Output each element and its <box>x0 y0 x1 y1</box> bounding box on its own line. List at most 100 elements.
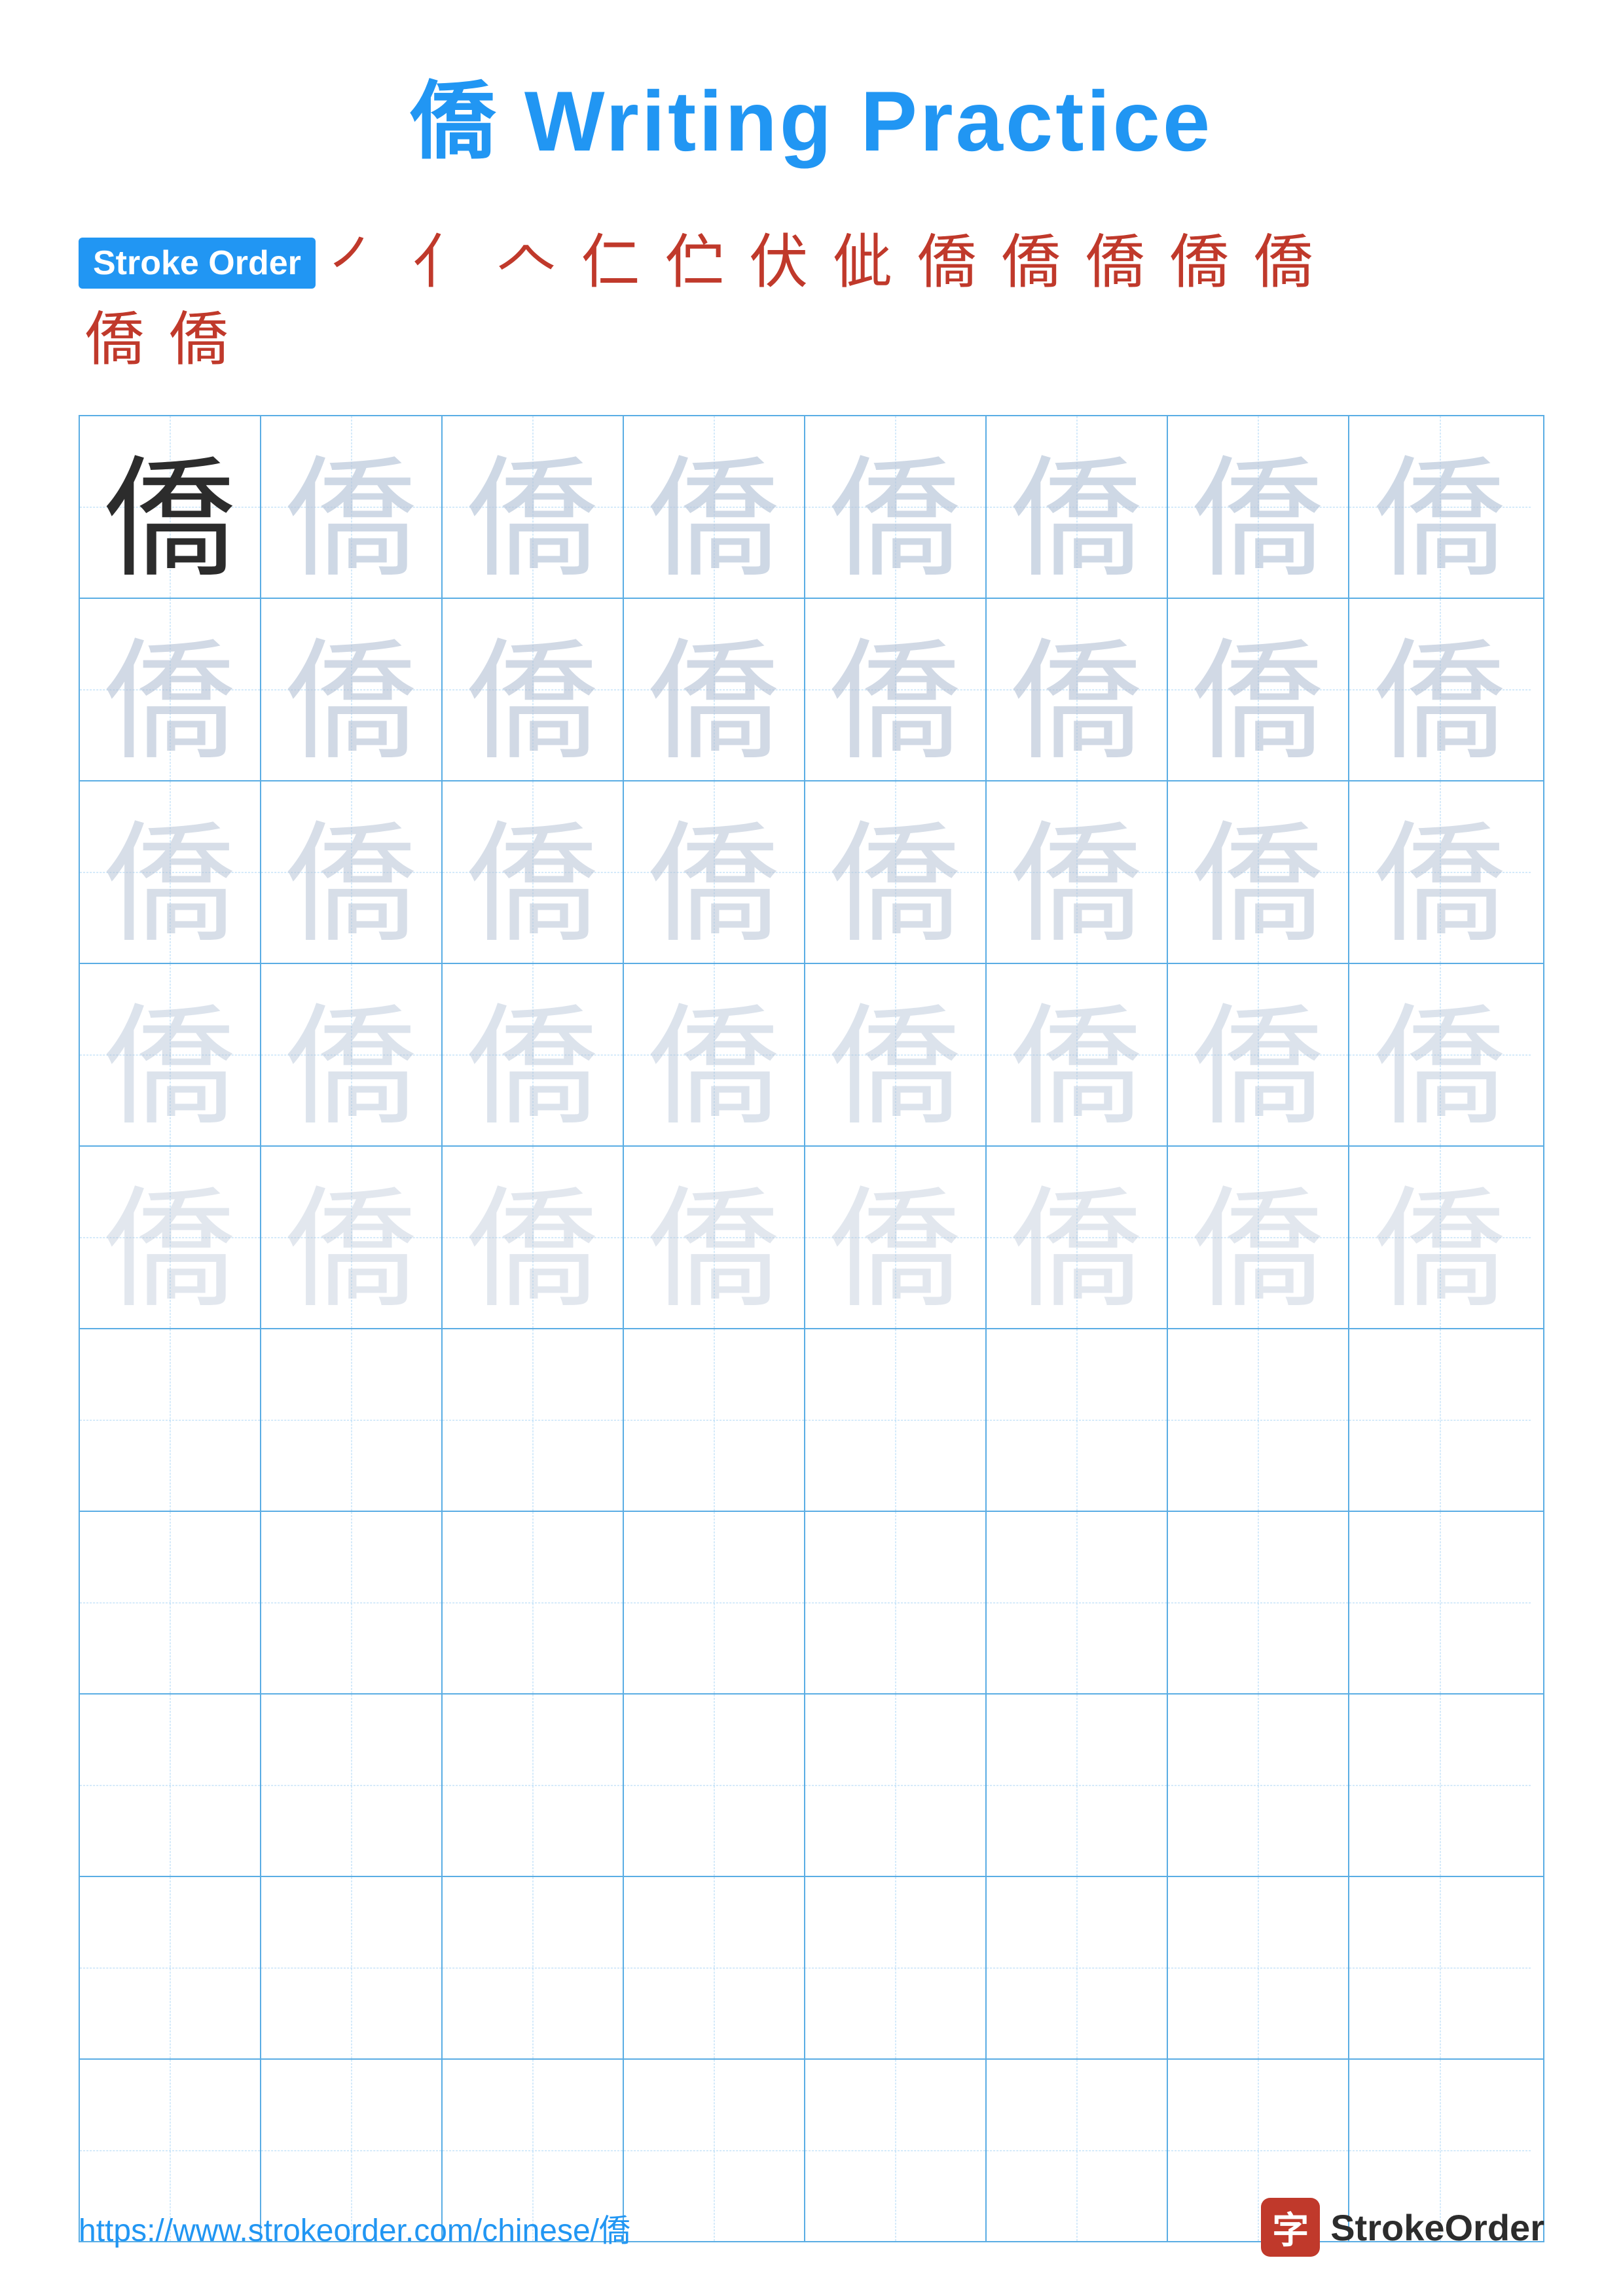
grid-cell[interactable]: 僑 <box>805 599 987 780</box>
grid-cell[interactable] <box>1168 1329 1349 1511</box>
grid-cell[interactable] <box>987 1695 1168 1876</box>
grid-cell[interactable]: 僑 <box>443 416 624 598</box>
grid-row: 僑 僑 僑 僑 僑 僑 僑 僑 <box>80 1147 1543 1329</box>
grid-cell[interactable] <box>1168 1877 1349 2058</box>
grid-cell[interactable]: 僑 <box>1349 964 1531 1145</box>
character-guide: 僑 <box>830 964 960 1145</box>
grid-cell[interactable]: 僑 <box>261 1147 443 1328</box>
grid-cell[interactable] <box>805 1329 987 1511</box>
grid-cell[interactable] <box>987 1329 1168 1511</box>
grid-cell[interactable] <box>1168 1695 1349 1876</box>
grid-cell[interactable] <box>805 1695 987 1876</box>
footer-logo: 字 StrokeOrder <box>1261 2198 1544 2257</box>
page-title: 僑 Writing Practice <box>410 52 1213 175</box>
character-guide: 僑 <box>104 1147 235 1328</box>
grid-cell[interactable] <box>80 1877 261 2058</box>
grid-cell[interactable] <box>1349 1329 1531 1511</box>
grid-cell[interactable]: 僑 <box>624 781 805 963</box>
grid-cell[interactable] <box>261 1877 443 2058</box>
grid-cell[interactable] <box>624 1695 805 1876</box>
grid-cell[interactable] <box>624 1877 805 2058</box>
grid-cell[interactable]: 僑 <box>261 781 443 963</box>
grid-cell[interactable]: 僑 <box>1168 964 1349 1145</box>
character-guide: 僑 <box>1192 599 1323 780</box>
grid-cell[interactable] <box>987 1512 1168 1693</box>
grid-cell[interactable]: 僑 <box>1168 781 1349 963</box>
character-guide: 僑 <box>285 599 416 780</box>
grid-cell[interactable] <box>1349 1695 1531 1876</box>
grid-cell[interactable]: 僑 <box>805 416 987 598</box>
grid-cell[interactable] <box>261 1512 443 1693</box>
character-guide: 僑 <box>648 416 779 598</box>
grid-cell[interactable]: 僑 <box>80 781 261 963</box>
page: 僑 Writing Practice Stroke Order ㇒ 亻 𠆢 仁 … <box>0 0 1623 2296</box>
grid-cell[interactable]: 僑 <box>624 964 805 1145</box>
grid-cell[interactable] <box>80 1695 261 1876</box>
grid-cell[interactable]: 僑 <box>443 1147 624 1328</box>
grid-cell[interactable]: 僑 <box>624 1147 805 1328</box>
grid-row <box>80 1329 1543 1512</box>
grid-cell[interactable]: 僑 <box>1349 781 1531 963</box>
stroke-order-section: Stroke Order ㇒ 亻 𠆢 仁 伫 伏 佌 僑 僑 僑 僑 僑 僑 僑 <box>79 228 1544 376</box>
grid-cell[interactable] <box>1168 1512 1349 1693</box>
grid-cell[interactable]: 僑 <box>624 416 805 598</box>
grid-cell[interactable]: 僑 <box>1349 416 1531 598</box>
character-guide: 僑 <box>104 599 235 780</box>
grid-cell[interactable] <box>261 1329 443 1511</box>
grid-cell[interactable] <box>261 1695 443 1876</box>
grid-cell[interactable]: 僑 <box>443 599 624 780</box>
grid-cell[interactable]: 僑 <box>443 781 624 963</box>
grid-cell[interactable]: 僑 <box>1349 1147 1531 1328</box>
grid-cell[interactable] <box>624 1329 805 1511</box>
grid-cell[interactable] <box>443 1877 624 2058</box>
grid-cell[interactable]: 僑 <box>80 964 261 1145</box>
grid-cell[interactable] <box>1349 1512 1531 1693</box>
grid-cell[interactable] <box>805 1877 987 2058</box>
grid-cell[interactable] <box>624 1512 805 1693</box>
grid-cell[interactable] <box>987 1877 1168 2058</box>
practice-grid: 僑 僑 僑 僑 僑 僑 僑 僑 <box>79 415 1544 2242</box>
grid-cell[interactable]: 僑 <box>1168 599 1349 780</box>
grid-cell[interactable]: 僑 <box>805 964 987 1145</box>
grid-cell[interactable]: 僑 <box>80 599 261 780</box>
character-guide: 僑 <box>1192 964 1323 1145</box>
character-guide: 僑 <box>830 1147 960 1328</box>
grid-row: 僑 僑 僑 僑 僑 僑 僑 僑 <box>80 781 1543 964</box>
grid-cell[interactable]: 僑 <box>624 599 805 780</box>
character-dark: 僑 <box>104 416 235 598</box>
grid-cell[interactable]: 僑 <box>80 416 261 598</box>
grid-cell[interactable]: 僑 <box>80 1147 261 1328</box>
grid-cell[interactable]: 僑 <box>261 416 443 598</box>
grid-cell[interactable]: 僑 <box>1168 416 1349 598</box>
grid-cell[interactable] <box>443 1695 624 1876</box>
grid-cell[interactable]: 僑 <box>805 1147 987 1328</box>
grid-cell[interactable] <box>805 1512 987 1693</box>
grid-cell[interactable]: 僑 <box>1349 599 1531 780</box>
character-guide: 僑 <box>1374 964 1505 1145</box>
grid-cell[interactable]: 僑 <box>987 781 1168 963</box>
footer: https://www.strokeorder.com/chinese/僑 字 … <box>79 2198 1544 2257</box>
character-guide: 僑 <box>830 781 960 963</box>
stroke-order-chars-line2: 僑 僑 <box>79 305 234 376</box>
grid-cell[interactable]: 僑 <box>443 964 624 1145</box>
footer-url[interactable]: https://www.strokeorder.com/chinese/僑 <box>79 2204 630 2250</box>
character-guide: 僑 <box>467 599 598 780</box>
grid-cell[interactable]: 僑 <box>1168 1147 1349 1328</box>
character-guide: 僑 <box>1374 416 1505 598</box>
character-guide: 僑 <box>467 1147 598 1328</box>
grid-cell[interactable] <box>1349 1877 1531 2058</box>
grid-cell[interactable]: 僑 <box>261 599 443 780</box>
character-guide: 僑 <box>285 416 416 598</box>
character-guide: 僑 <box>467 416 598 598</box>
grid-cell[interactable] <box>443 1329 624 1511</box>
grid-cell[interactable]: 僑 <box>805 781 987 963</box>
grid-cell[interactable]: 僑 <box>987 416 1168 598</box>
grid-cell[interactable] <box>80 1512 261 1693</box>
grid-cell[interactable]: 僑 <box>261 964 443 1145</box>
grid-cell[interactable]: 僑 <box>987 1147 1168 1328</box>
grid-cell[interactable]: 僑 <box>987 599 1168 780</box>
grid-cell[interactable] <box>80 1329 261 1511</box>
grid-cell[interactable] <box>443 1512 624 1693</box>
grid-cell[interactable]: 僑 <box>987 964 1168 1145</box>
character-guide: 僑 <box>1011 599 1142 780</box>
